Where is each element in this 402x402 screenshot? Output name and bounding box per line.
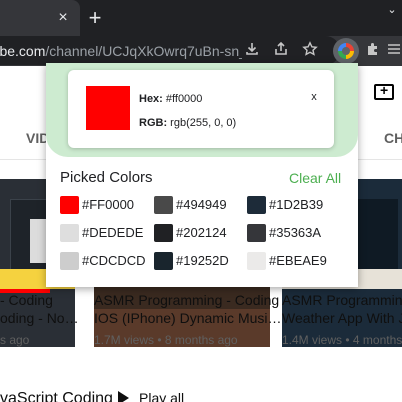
hex-value[interactable]: #ff0000	[166, 93, 203, 105]
browser-tab[interactable]: ×	[0, 0, 80, 36]
url-path: /channel/UCJqXkOwrq7uBn-sn_	[45, 43, 242, 59]
video-title[interactable]: oding - No…	[0, 309, 79, 327]
picked-color-item[interactable]: #1D2B39	[247, 196, 341, 214]
rgb-row: RGB: rgb(255, 0, 0)	[139, 116, 236, 130]
color-picker-extension-icon[interactable]	[333, 38, 359, 64]
extensions-puzzle-icon[interactable]	[363, 41, 383, 61]
video-title[interactable]: - Coding	[0, 291, 53, 309]
picked-color-item[interactable]: #35363A	[247, 224, 341, 242]
hex-label: Hex:	[139, 93, 163, 105]
picked-color-item[interactable]: #19252D	[154, 252, 248, 270]
menu-icon[interactable]	[384, 41, 402, 61]
video-meta: 1.7M views • 8 months ago	[94, 333, 238, 347]
color-swatch	[154, 224, 173, 242]
video-title[interactable]: ASMR Programming -	[282, 291, 402, 309]
color-swatch	[247, 252, 266, 270]
color-swatch	[60, 196, 79, 214]
video-title[interactable]: IOS (IPhone) Dynamic Musi…	[94, 309, 282, 327]
color-swatch	[60, 224, 79, 242]
current-color-card: Hex: #ff0000 RGB: rgb(255, 0, 0) x	[68, 70, 334, 148]
color-hex: #DEDEDE	[82, 225, 144, 240]
picked-color-item[interactable]: #FF0000	[60, 196, 154, 214]
tab-channels[interactable]: CH	[384, 130, 402, 146]
url-host: utube.com	[0, 43, 46, 59]
rgb-value[interactable]: rgb(255, 0, 0)	[170, 117, 236, 129]
color-wheel-icon	[338, 43, 354, 59]
color-swatch	[60, 252, 79, 270]
bookmark-star-icon[interactable]	[300, 41, 320, 61]
color-hex: #1D2B39	[269, 197, 324, 212]
share-icon[interactable]	[271, 41, 291, 61]
popup-header: Hex: #ff0000 RGB: rgb(255, 0, 0) x	[46, 63, 358, 157]
color-swatch	[247, 196, 266, 214]
rgb-label: RGB:	[139, 117, 168, 129]
color-hex: #35363A	[269, 225, 322, 240]
picked-color-item[interactable]: #DEDEDE	[60, 224, 154, 242]
video-title[interactable]: ASMR Programming - Coding	[94, 291, 279, 309]
play-all-label: Play all	[139, 390, 185, 402]
new-tab-icon[interactable]: +	[84, 7, 106, 29]
browser-tab-strip: × + ⌄	[0, 0, 402, 36]
color-picker-popup: Hex: #ff0000 RGB: rgb(255, 0, 0) x Picke…	[46, 63, 358, 287]
create-video-icon[interactable]	[374, 82, 394, 100]
video-meta: 1.4M views • 4 months ago	[282, 333, 402, 347]
section-title: vaScript Coding	[0, 390, 113, 402]
close-icon[interactable]: x	[308, 90, 320, 104]
picked-colors-title: Picked Colors	[60, 169, 153, 186]
tab-search-chevron-icon[interactable]: ⌄	[386, 4, 398, 16]
color-hex: #EBEAE9	[269, 253, 327, 268]
picked-color-item[interactable]: #EBEAE9	[247, 252, 341, 270]
download-icon[interactable]	[242, 41, 262, 61]
color-hex: #FF0000	[82, 197, 135, 212]
tab-close-icon[interactable]: ×	[54, 9, 72, 27]
color-hex: #CDCDCD	[82, 253, 146, 268]
url-text[interactable]: utube.com/channel/UCJqXkOwrq7uBn-sn_	[0, 42, 242, 60]
color-hex: #19252D	[176, 253, 229, 268]
clear-all-button[interactable]: Clear All	[289, 169, 341, 187]
color-swatch	[154, 196, 173, 214]
screenshot-root: × + ⌄ utube.com/channel/UCJqXkOwrq7uBn-s…	[0, 0, 402, 402]
play-icon	[118, 391, 129, 402]
color-swatch	[154, 252, 173, 270]
current-color-swatch	[86, 86, 130, 130]
picked-color-item[interactable]: #202124	[154, 224, 248, 242]
video-title[interactable]: Weather App With Jav	[282, 309, 402, 327]
color-hex: #202124	[176, 225, 227, 240]
play-all-button[interactable]: Play all	[118, 390, 184, 402]
address-bar[interactable]: utube.com/channel/UCJqXkOwrq7uBn-sn_	[0, 36, 340, 65]
color-hex: #494949	[176, 197, 227, 212]
color-swatch	[247, 224, 266, 242]
picked-color-item[interactable]: #494949	[154, 196, 248, 214]
hex-row: Hex: #ff0000	[139, 92, 202, 106]
picked-color-item[interactable]: #CDCDCD	[60, 252, 154, 270]
video-meta: s ago	[0, 333, 30, 347]
